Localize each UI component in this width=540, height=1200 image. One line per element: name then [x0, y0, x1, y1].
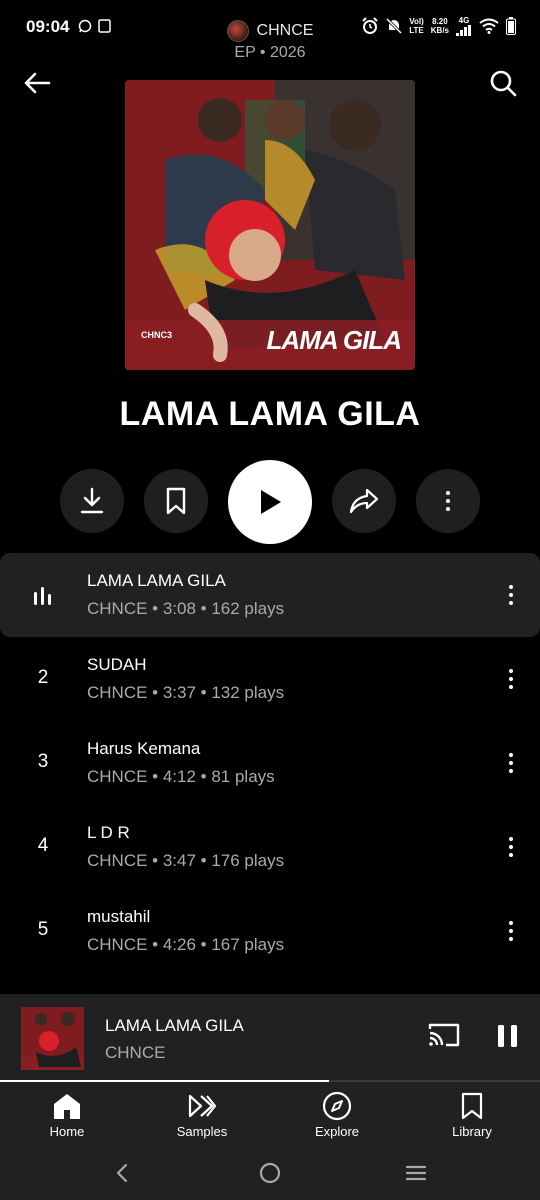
bookmark-icon — [166, 487, 186, 515]
track-title: SUDAH — [87, 655, 147, 674]
samples-icon — [188, 1094, 217, 1118]
track-more-icon[interactable] — [500, 748, 522, 778]
mini-player-title: LAMA LAMA GILA — [105, 1016, 244, 1035]
compass-icon — [322, 1091, 352, 1121]
play-button[interactable] — [228, 460, 312, 544]
track-meta: CHNCE • 4:26 • 167 plays — [87, 935, 285, 954]
track-title: mustahil — [87, 907, 151, 926]
chevron-left-icon — [116, 1163, 128, 1183]
pause-button[interactable] — [496, 1022, 520, 1055]
nav-explore-label: Explore — [314, 1124, 360, 1139]
album-title: LAMA LAMA GILA — [119, 395, 421, 433]
header-artist[interactable]: CHNCE — [0, 20, 540, 42]
play-icon — [261, 490, 281, 514]
track-title: L D R — [87, 823, 130, 842]
track-title: Harus Kemana — [87, 739, 201, 758]
nav-explore[interactable]: Explore — [287, 1090, 387, 1139]
search-button[interactable] — [486, 66, 520, 100]
track-more-icon[interactable] — [500, 832, 522, 862]
download-icon — [80, 487, 104, 514]
track-number: 4 — [37, 835, 49, 856]
track-number: 2 — [37, 667, 49, 688]
track-more-icon[interactable] — [500, 916, 522, 946]
track-row-4[interactable]: 4 L D R CHNCE • 3:47 • 176 plays — [0, 805, 540, 889]
nav-home-label: Home — [49, 1124, 85, 1139]
cast-button[interactable] — [428, 1022, 460, 1053]
album-art-title: LAMA GILA — [266, 325, 402, 355]
download-button[interactable] — [60, 469, 124, 533]
track-meta: CHNCE • 3:37 • 132 plays — [87, 683, 285, 702]
album-art: CHNC3 LAMA GILA — [125, 80, 415, 370]
system-navigation-bar — [0, 1148, 540, 1200]
track-meta: CHNCE • 4:12 • 81 plays — [87, 767, 275, 786]
more-options-button[interactable] — [416, 469, 480, 533]
pause-icon — [498, 1025, 517, 1047]
header-subtitle: EP • 2026 — [234, 44, 306, 61]
track-row-1[interactable]: LAMA LAMA GILA CHNCE • 3:08 • 162 plays — [0, 553, 540, 637]
save-to-library-button[interactable] — [144, 469, 208, 533]
track-number: 3 — [37, 751, 49, 772]
track-row-5[interactable]: 5 mustahil CHNCE • 4:26 • 167 plays — [0, 889, 540, 973]
menu-lines-icon — [405, 1165, 427, 1181]
circle-home-icon — [259, 1162, 281, 1184]
track-more-icon[interactable] — [500, 580, 522, 610]
arrow-left-icon — [24, 72, 51, 94]
system-home-button[interactable] — [259, 1162, 281, 1189]
library-icon — [461, 1092, 483, 1120]
track-number: 5 — [37, 919, 49, 940]
nav-library-label: Library — [452, 1124, 492, 1139]
now-playing-equalizer-icon — [30, 586, 56, 611]
share-button[interactable] — [332, 469, 396, 533]
more-vertical-icon — [446, 491, 450, 511]
nav-samples-label: Samples — [176, 1124, 228, 1139]
track-more-icon[interactable] — [500, 664, 522, 694]
nav-samples[interactable]: Samples — [152, 1090, 252, 1139]
track-meta: CHNCE • 3:47 • 176 plays — [87, 851, 285, 870]
back-button[interactable] — [20, 66, 54, 100]
cast-icon — [428, 1023, 460, 1047]
share-icon — [349, 488, 379, 514]
artist-avatar — [226, 20, 249, 42]
mini-player[interactable]: LAMA LAMA GILA CHNCE — [0, 994, 540, 1082]
nav-home[interactable]: Home — [17, 1090, 117, 1139]
bottom-navigation: Home Samples Explore Library — [0, 1082, 540, 1148]
header-artist-name: CHNCE — [256, 22, 314, 39]
track-meta: CHNCE • 3:08 • 162 plays — [87, 599, 285, 618]
search-icon — [490, 70, 517, 97]
track-row-2[interactable]: 2 SUDAH CHNCE • 3:37 • 132 plays — [0, 637, 540, 721]
track-title: LAMA LAMA GILA — [87, 571, 226, 590]
album-art-brand: CHNC3 — [141, 330, 173, 340]
nav-library[interactable]: Library — [422, 1090, 522, 1139]
mini-player-artwork — [21, 1007, 84, 1070]
track-row-3[interactable]: 3 Harus Kemana CHNCE • 4:12 • 81 plays — [0, 721, 540, 805]
system-recents-button[interactable] — [405, 1163, 427, 1188]
system-back-button[interactable] — [112, 1162, 132, 1189]
album-actions — [0, 460, 540, 544]
mini-player-artist: CHNCE — [105, 1043, 166, 1062]
home-icon — [54, 1094, 80, 1119]
